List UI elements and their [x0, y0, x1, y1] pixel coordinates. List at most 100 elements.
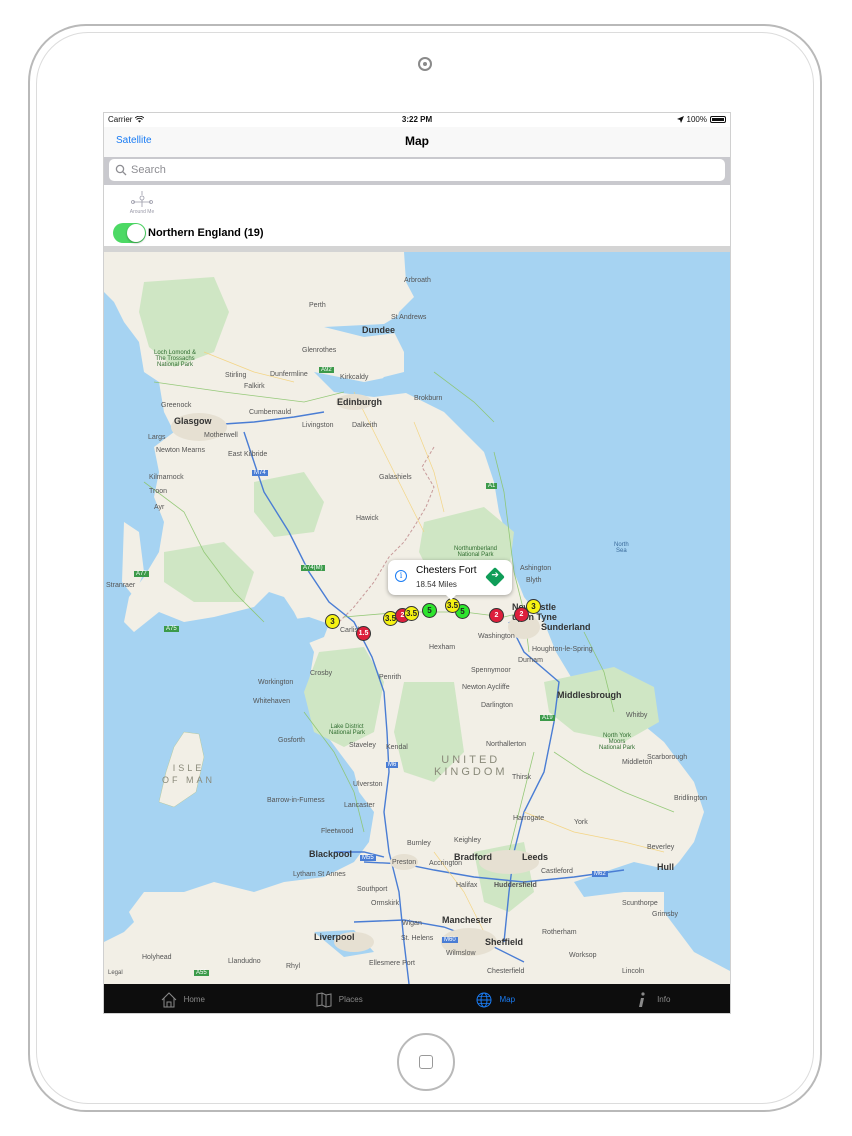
search-bar: Search — [104, 157, 730, 185]
directions-icon[interactable] — [485, 567, 505, 587]
town-label: Darlington — [481, 702, 513, 709]
city-label: Dundee — [362, 325, 396, 335]
status-time: 3:22 PM — [401, 115, 433, 124]
sea-label: North Sea — [614, 542, 629, 554]
callout-tail — [444, 593, 458, 600]
town-label: Ayr — [154, 504, 165, 511]
town-label: Middleton — [622, 759, 653, 766]
town-label: Washington — [478, 633, 515, 640]
site-pin[interactable]: 3.5 — [404, 606, 419, 621]
site-pin[interactable]: 5 — [422, 603, 437, 618]
globe-icon — [476, 992, 492, 1007]
town-label: Motherwell — [204, 432, 238, 439]
town-label: Scunthorpe — [622, 900, 658, 907]
legal-link[interactable]: Legal — [108, 970, 123, 976]
callout-distance: 18.54 Miles — [416, 580, 457, 589]
tab-label: Map — [499, 995, 516, 1004]
town-label: Scarborough — [647, 754, 688, 761]
town-label: Stirling — [225, 372, 247, 379]
road-label: M74 — [252, 470, 268, 476]
battery-icon — [710, 116, 726, 123]
town-label: Penrith — [379, 674, 402, 681]
town-label: Crosby — [310, 670, 333, 677]
city-label: Edinburgh — [337, 397, 382, 407]
isle-label: ISLE OF MAN — [162, 763, 215, 785]
town-label: Llandudno — [228, 958, 261, 965]
town-label: Whitehaven — [253, 698, 290, 705]
search-icon — [115, 164, 127, 176]
region-toggle[interactable] — [113, 223, 146, 243]
town-label: Worksop — [569, 952, 597, 959]
town-label: Lincoln — [622, 968, 645, 975]
town-label: Largs — [148, 434, 166, 441]
site-pin[interactable]: 3.5 — [445, 598, 460, 613]
town-label: Hawick — [356, 515, 379, 522]
city-label: Manchester — [442, 915, 493, 925]
town-label: Wilmslow — [446, 950, 476, 957]
site-callout[interactable]: i Chesters Fort 18.54 Miles — [388, 560, 512, 600]
road-label: A55 — [194, 970, 209, 976]
toggle-knob — [127, 224, 145, 242]
search-input[interactable]: Search — [109, 159, 725, 181]
road-label: A1 — [486, 483, 498, 489]
city-label: Sheffield — [485, 937, 524, 947]
around-me-icon[interactable]: Around Me — [128, 189, 156, 221]
road-label: A19 — [540, 715, 555, 721]
town-label: Workington — [258, 679, 294, 686]
city-label: Hull — [657, 862, 674, 872]
town-label: Barrow-in-Furness — [267, 797, 325, 804]
home-button[interactable] — [397, 1033, 455, 1091]
tab-map[interactable]: Map — [417, 984, 574, 1013]
town-label: Ormskirk — [371, 900, 399, 907]
town-label: Glenrothes — [302, 347, 337, 354]
road-label: A74(M) — [301, 565, 325, 571]
city-label: Liverpool — [314, 932, 355, 942]
town-label: Livingston — [302, 422, 334, 429]
town-label: Castleford — [541, 868, 573, 875]
info-icon — [639, 991, 645, 1007]
town-label: Thirsk — [512, 774, 532, 781]
town-label: Accrington — [429, 860, 463, 867]
town-label: East Kilbride — [228, 451, 268, 458]
town-label: Falkirk — [244, 383, 265, 390]
tab-places[interactable]: Places — [261, 984, 418, 1013]
town-label: Brokburn — [414, 395, 443, 402]
site-pin[interactable]: 2 — [489, 608, 504, 623]
town-label: Troon — [149, 488, 168, 495]
city-label: Sunderland — [541, 622, 591, 632]
town-label: Spennymoor — [471, 667, 511, 674]
road-label: M60 — [442, 937, 458, 943]
town-label: Durham — [518, 657, 543, 664]
navigation-bar: Satellite Map — [104, 127, 730, 158]
town-label: Halifax — [456, 882, 478, 889]
tab-bar: Home Places Map Info — [104, 984, 731, 1013]
tab-label: Info — [657, 995, 671, 1004]
town-label: Chesterfield — [487, 968, 525, 975]
country-label: UNITED KINGDOM — [434, 754, 508, 778]
town-label: Blyth — [526, 577, 542, 584]
city-label: Huddersfield — [494, 882, 537, 889]
site-pin[interactable]: 1.5 — [356, 626, 371, 641]
town-label: Dalkeith — [352, 422, 378, 429]
city-label: Glasgow — [174, 416, 212, 426]
app-screen: Carrier 3:22 PM 100% Satellite Map Searc… — [103, 112, 731, 1014]
battery-percent: 100% — [686, 115, 707, 124]
road-label: M62 — [592, 871, 608, 877]
town-label: Staveley — [349, 742, 376, 749]
site-pin[interactable]: 3 — [526, 599, 541, 614]
town-label: St. Helens — [401, 935, 434, 942]
town-label: Hexham — [429, 644, 456, 651]
page-title: Map — [405, 134, 429, 148]
town-label: Bridlington — [674, 795, 708, 802]
tab-home[interactable]: Home — [104, 984, 261, 1013]
map-view[interactable]: Loch Lomond & The Trossachs National Park … — [104, 252, 730, 984]
town-label: Grimsby — [652, 911, 679, 918]
map-book-icon — [316, 991, 332, 1008]
town-label: Rhyl — [286, 963, 301, 970]
callout-title: Chesters Fort — [416, 565, 477, 576]
info-icon[interactable]: i — [395, 570, 407, 582]
site-pin[interactable]: 3 — [325, 614, 340, 629]
town-label: Newton Mearns — [156, 447, 206, 454]
tab-info[interactable]: Info — [574, 984, 731, 1013]
filter-panel: Around Me Northern England (19) — [104, 185, 730, 247]
